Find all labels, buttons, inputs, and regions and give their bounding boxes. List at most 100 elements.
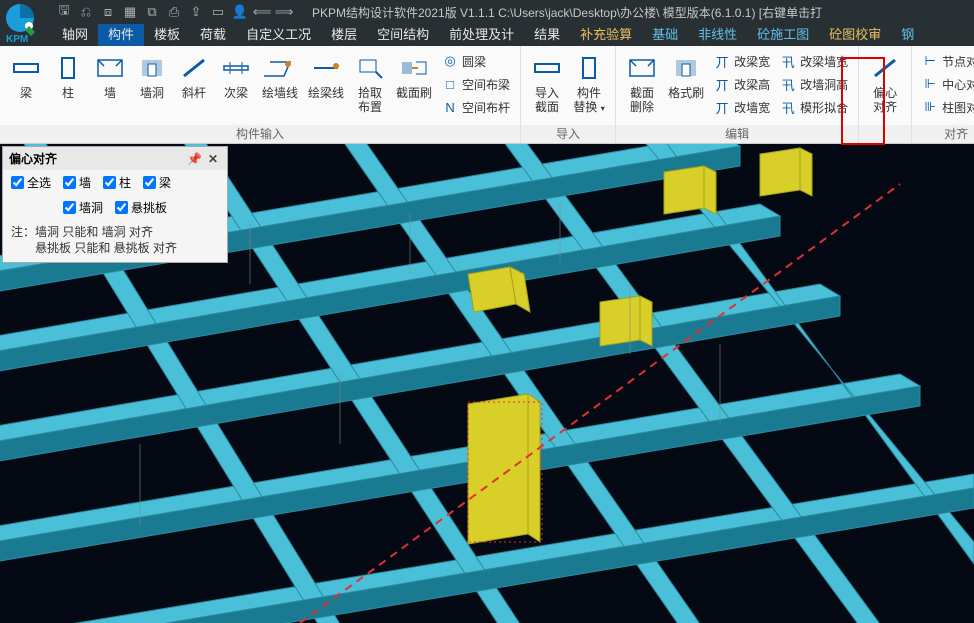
small-icon: ⊩ (922, 76, 938, 92)
check-label: 墙 (79, 174, 91, 191)
checkbox[interactable] (63, 201, 76, 214)
panel-title-bar[interactable]: 偏心对齐 📌 ✕ (3, 147, 227, 170)
ribbon-label: 导入截面 (535, 86, 559, 114)
qat-print-icon[interactable]: ⎙ (166, 4, 182, 20)
ribbon-small-中心对齐[interactable]: ⊩中心对齐 (918, 73, 974, 95)
qat-back-icon[interactable]: ⟸ (254, 4, 270, 20)
qat-user-icon[interactable]: 👤 (232, 4, 248, 20)
ribbon: 梁柱墙墙洞斜杆次梁绘墙线绘梁线拾取布置截面刷 ◎圆梁□空间布梁N空间布杆构件输入导… (0, 46, 974, 144)
menu-item-7[interactable]: 前处理及计 (439, 24, 524, 46)
ribbon-label: 格式刷 (668, 86, 704, 100)
menu-item-12[interactable]: 砼施工图 (747, 24, 819, 46)
menu-item-3[interactable]: 荷载 (190, 24, 236, 46)
ribbon-btn-次梁[interactable]: 次梁 (216, 50, 256, 102)
ribbon-btn-拾取布置[interactable]: 拾取布置 (350, 50, 390, 116)
menu-item-5[interactable]: 楼层 (321, 24, 367, 46)
small-icon: 丌 (714, 76, 730, 92)
small-icon: 丌 (714, 99, 730, 115)
ribbon-btn-墙[interactable]: 墙 (90, 50, 130, 102)
ribbon-small-空间布梁[interactable]: □空间布梁 (438, 73, 514, 95)
ribbon-label: 构件替换 ▾ (573, 86, 604, 116)
ribbon-group-label: 构件输入 (0, 125, 520, 143)
ribbon-small-圆梁[interactable]: ◎圆梁 (438, 50, 514, 72)
ribbon-small-改梁宽[interactable]: 丌改梁宽 (710, 50, 774, 72)
pin-icon[interactable]: 📌 (184, 152, 205, 166)
panel-note-line2: 悬挑板 只能和 悬挑板 对齐 (11, 240, 219, 256)
ribbon-btn-格式刷[interactable]: 格式刷 (664, 50, 708, 102)
model-viewport[interactable]: 偏心对齐 📌 ✕ 全选 墙柱梁 墙洞悬挑板 注：墙洞 只能和 墙洞 对齐 悬挑板 … (0, 144, 974, 623)
qat-export-icon[interactable]: ⇪ (188, 4, 204, 20)
qat-forward-icon[interactable]: ⟹ (276, 4, 292, 20)
check-梁[interactable]: 梁 (143, 174, 171, 191)
ribbon-btn-斜杆[interactable]: 斜杆 (174, 50, 214, 102)
small-icon: ⊪ (922, 99, 938, 115)
small-label: 柱图对齐 (942, 99, 974, 116)
ribbon-small-模形拟合[interactable]: 卂模形拟合 (776, 96, 852, 118)
ribbon-label: 次梁 (224, 86, 248, 100)
close-icon[interactable]: ✕ (205, 152, 221, 166)
check-墙[interactable]: 墙 (63, 174, 91, 191)
ribbon-small-改梁高[interactable]: 丌改梁高 (710, 73, 774, 95)
ribbon-icon (220, 52, 252, 84)
ribbon-btn-偏心对齐[interactable]: 偏心对齐 (865, 50, 905, 116)
menu-item-10[interactable]: 基础 (642, 24, 688, 46)
align-options-panel: 偏心对齐 📌 ✕ 全选 墙柱梁 墙洞悬挑板 注：墙洞 只能和 墙洞 对齐 悬挑板 … (2, 146, 228, 263)
qat-layer-icon[interactable]: ⧉ (144, 4, 160, 20)
ribbon-btn-截面刷[interactable]: 截面刷 (392, 50, 436, 102)
ribbon-label: 偏心对齐 (873, 86, 897, 114)
menu-item-6[interactable]: 空间结构 (367, 24, 439, 46)
qat-undo-icon[interactable]: ⎌ (78, 4, 94, 20)
qat-display-icon[interactable]: ▭ (210, 4, 226, 20)
check-全选[interactable]: 全选 (11, 174, 51, 191)
ribbon-small-空间布杆[interactable]: N空间布杆 (438, 96, 514, 118)
menu-item-9[interactable]: 补充验算 (570, 24, 642, 46)
ribbon-btn-柱[interactable]: 柱 (48, 50, 88, 102)
small-icon: 卂 (780, 53, 796, 69)
checkbox[interactable] (11, 176, 24, 189)
ribbon-small-节点对齐[interactable]: ⊢节点对齐 (918, 50, 974, 72)
ribbon-btn-绘墙线[interactable]: 绘墙线 (258, 50, 302, 102)
menu-item-1[interactable]: 构件 (98, 24, 144, 46)
check-墙洞[interactable]: 墙洞 (63, 199, 103, 216)
ribbon-icon (94, 52, 126, 84)
qat-save-icon[interactable]: 🖫 (56, 4, 72, 20)
menu-item-14[interactable]: 钢 (891, 24, 924, 46)
ribbon-btn-构件替换[interactable]: 构件替换 ▾ (569, 50, 609, 118)
small-icon: ⊢ (922, 53, 938, 69)
small-label: 圆梁 (462, 53, 486, 70)
ribbon-btn-绘梁线[interactable]: 绘梁线 (304, 50, 348, 102)
checkbox[interactable] (115, 201, 128, 214)
ribbon-group-label (859, 125, 911, 143)
ribbon-small-柱图对齐[interactable]: ⊪柱图对齐 (918, 96, 974, 118)
ribbon-btn-导入截面[interactable]: 导入截面 (527, 50, 567, 116)
ribbon-icon (264, 52, 296, 84)
small-label: 节点对齐 (942, 53, 974, 70)
menu-item-8[interactable]: 结果 (524, 24, 570, 46)
ribbon-small-改墙宽[interactable]: 丌改墙宽 (710, 96, 774, 118)
menu-item-0[interactable]: 轴网 (52, 24, 98, 46)
small-label: 改墙宽 (734, 99, 770, 116)
ribbon-label: 截面刷 (396, 86, 432, 100)
check-悬挑板[interactable]: 悬挑板 (115, 199, 167, 216)
ribbon-btn-梁[interactable]: 梁 (6, 50, 46, 102)
menu-item-4[interactable]: 自定义工况 (236, 24, 321, 46)
ribbon-icon (626, 52, 658, 84)
ribbon-btn-截面删除[interactable]: 截面删除 (622, 50, 662, 116)
check-柱[interactable]: 柱 (103, 174, 131, 191)
menu-item-13[interactable]: 砼图校审 (819, 24, 891, 46)
app-logo: KPM (2, 2, 50, 44)
qat-model-icon[interactable]: ⧈ (100, 4, 116, 20)
qat-grid-icon[interactable]: ▦ (122, 4, 138, 20)
panel-note-line1: 注：墙洞 只能和 墙洞 对齐 (11, 224, 219, 240)
ribbon-btn-墙洞[interactable]: 墙洞 (132, 50, 172, 102)
ribbon-label: 绘墙线 (262, 86, 298, 100)
checkbox[interactable] (143, 176, 156, 189)
check-label: 全选 (27, 174, 51, 191)
ribbon-label: 拾取布置 (358, 86, 382, 114)
checkbox[interactable] (63, 176, 76, 189)
ribbon-small-改墙洞高[interactable]: 卂改墙洞高 (776, 73, 852, 95)
menu-item-2[interactable]: 楼板 (144, 24, 190, 46)
checkbox[interactable] (103, 176, 116, 189)
menu-item-11[interactable]: 非线性 (688, 24, 747, 46)
ribbon-small-改梁墙宽[interactable]: 卂改梁墙宽 (776, 50, 852, 72)
